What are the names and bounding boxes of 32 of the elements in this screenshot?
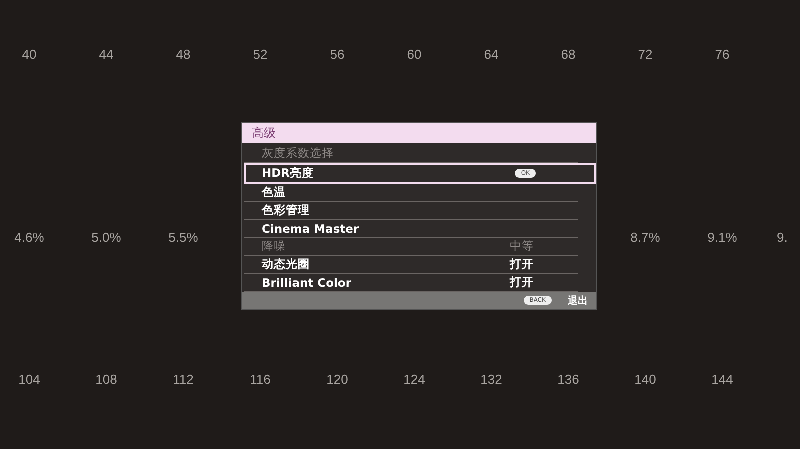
pattern-label: 68 <box>560 47 577 62</box>
pattern-label: 52 <box>252 47 269 62</box>
pattern-label: 136 <box>556 372 580 387</box>
pattern-label: 140 <box>634 372 658 387</box>
menu-item[interactable]: 动态光圈 打开 <box>244 256 578 274</box>
menu-title: 高级 <box>242 123 596 143</box>
pattern-label: 5.5% <box>168 230 200 245</box>
pattern-label: 144 <box>710 372 734 387</box>
pattern-label: 64 <box>483 47 500 62</box>
menu-item[interactable]: 色温 <box>244 184 578 202</box>
pattern-label: 40 <box>21 47 38 62</box>
pattern-label: 60 <box>406 47 423 62</box>
pattern-label: 108 <box>94 372 118 387</box>
exit-label: 退出 <box>568 294 588 308</box>
pattern-label: 132 <box>480 372 504 387</box>
pattern-label: 9. <box>776 230 789 245</box>
pattern-label: 124 <box>402 372 426 387</box>
pattern-label: 76 <box>714 47 731 62</box>
pattern-label: 72 <box>637 47 654 62</box>
pattern-label: 120 <box>326 372 350 387</box>
pattern-label: 8.7% <box>630 230 662 245</box>
pattern-label: 48 <box>175 47 192 62</box>
pattern-label: 104 <box>18 372 42 387</box>
pattern-label: 4.6% <box>14 230 46 245</box>
pattern-label: 44 <box>98 47 115 62</box>
pattern-label: 9.1% <box>706 230 738 245</box>
pattern-label: 116 <box>249 372 272 387</box>
pattern-label: 56 <box>329 47 346 62</box>
pattern-label: 112 <box>172 372 195 387</box>
pattern-label: 5.0% <box>90 230 122 245</box>
menu-item[interactable]: 色彩管理 <box>244 202 578 220</box>
menu-item[interactable]: Cinema Master <box>244 220 578 238</box>
